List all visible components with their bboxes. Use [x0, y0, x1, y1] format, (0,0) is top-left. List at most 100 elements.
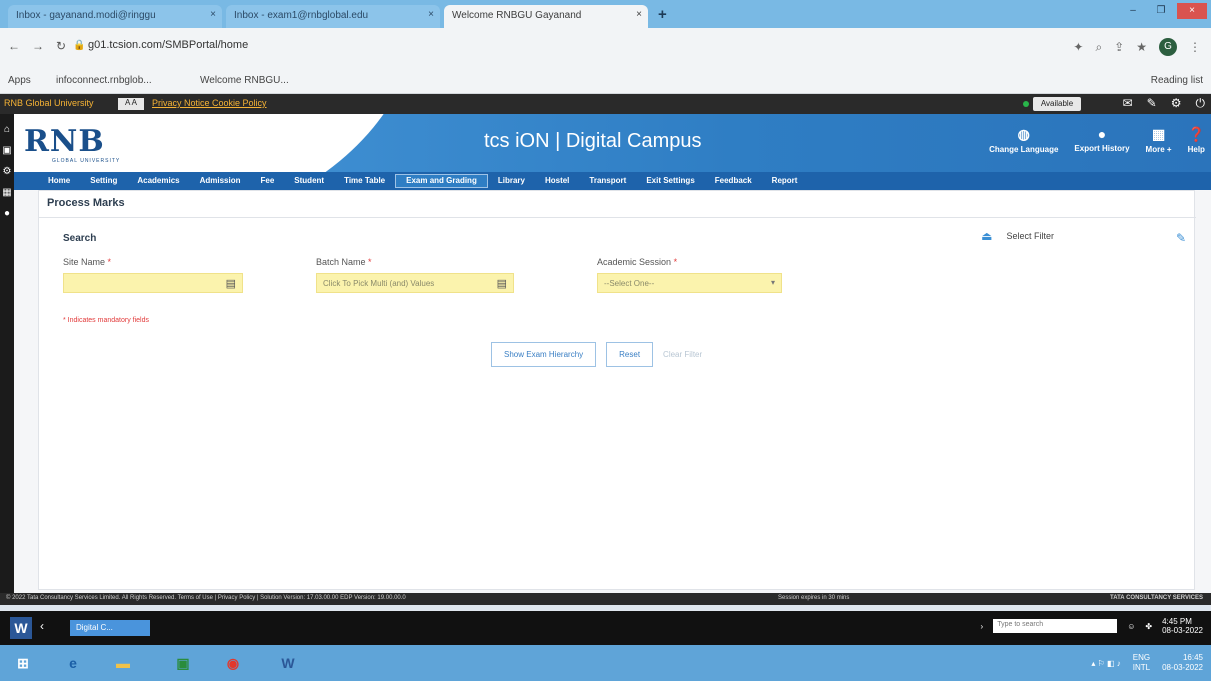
policy-links[interactable]: Privacy Notice Cookie Policy	[152, 98, 267, 108]
share-icon[interactable]: ⇪	[1114, 40, 1124, 54]
word-icon[interactable]: W	[10, 617, 32, 639]
close-tab-icon[interactable]: ×	[210, 9, 216, 20]
menu-feedback[interactable]: Feedback	[705, 172, 762, 190]
close-tab-icon[interactable]: ×	[636, 9, 642, 20]
title-divider	[39, 217, 1196, 218]
tools-icon[interactable]: ✎	[1147, 96, 1157, 111]
gear-icon[interactable]: ⚙	[0, 166, 14, 177]
tray-icons[interactable]: ▴ ⚐ ◧ ♪	[1091, 659, 1120, 668]
chevron-left-icon[interactable]: ‹	[40, 619, 44, 633]
windows-start-icon[interactable]: ⊞	[10, 650, 36, 676]
back-icon[interactable]: ←	[8, 39, 20, 53]
browser-tab-1[interactable]: Inbox - gayanand.modi@ringgu ×	[8, 5, 222, 28]
menu-kebab-icon[interactable]: ⋮	[1189, 40, 1201, 54]
menu-hostel[interactable]: Hostel	[535, 172, 579, 190]
message-icon[interactable]: ✉	[1123, 96, 1133, 111]
menu-library[interactable]: Library	[488, 172, 535, 190]
more-button[interactable]: ▦ More +	[1146, 126, 1172, 154]
menu-academics[interactable]: Academics	[127, 172, 189, 190]
select-value: --Select One--	[604, 279, 655, 288]
accessibility-icon[interactable]: A A	[118, 98, 144, 110]
chrome-icon[interactable]: ◉	[220, 650, 246, 676]
remote-tray: › Type to search ☺ ✤ 4:45 PM 08-03-2022	[981, 617, 1203, 635]
label-text: Site Name	[63, 257, 106, 267]
remote-time: 4:45 PM	[1162, 617, 1192, 626]
menu-exit-settings[interactable]: Exit Settings	[636, 172, 704, 190]
clear-filter-button[interactable]: Clear Filter	[663, 350, 702, 359]
taskbar-app-digital-campus[interactable]: Digital C...	[70, 620, 150, 636]
extension-icon[interactable]: ✦	[1073, 40, 1083, 54]
reset-button[interactable]: Reset	[606, 342, 654, 367]
select-filter-label: Select Filter	[1006, 231, 1054, 241]
zoom-icon[interactable]: ⌕	[1095, 40, 1102, 55]
minimize-button[interactable]: –	[1121, 3, 1145, 19]
menu-exam-and-grading[interactable]: Exam and Grading	[395, 174, 488, 188]
field-placeholder: Click To Pick Multi (and) Values	[323, 279, 435, 288]
lookup-icon[interactable]: ▤	[226, 277, 236, 290]
status-dot-icon	[1023, 101, 1029, 107]
browser-tab-2[interactable]: Inbox - exam1@rnbglobal.edu ×	[226, 5, 440, 28]
apps-icon[interactable]: ✤	[1145, 622, 1152, 631]
url-field[interactable]: g01.tcsion.com/SMBPortal/home	[88, 39, 248, 51]
word-taskbar-icon[interactable]: W	[275, 650, 301, 676]
menu-admission[interactable]: Admission	[190, 172, 251, 190]
profile-avatar[interactable]: G	[1159, 38, 1177, 56]
file-explorer-icon[interactable]: ▬	[110, 650, 136, 676]
remote-desktop-icon[interactable]: ▣	[170, 650, 196, 676]
new-tab-button[interactable]: +	[658, 6, 667, 23]
menu-transport[interactable]: Transport	[579, 172, 636, 190]
remote-date: 08-03-2022	[1162, 626, 1203, 635]
site-name-label: Site Name *	[63, 257, 111, 267]
top-actions: ◍ Change Language ● Export History ▦ Mor…	[989, 126, 1205, 154]
menu-fee[interactable]: Fee	[251, 172, 285, 190]
help-button[interactable]: ❓ Help	[1188, 126, 1205, 154]
status-dropdown[interactable]: Available	[1033, 97, 1081, 111]
user-icon[interactable]: ●	[0, 208, 14, 219]
input-language[interactable]: ENG INTL	[1133, 653, 1150, 673]
reload-icon[interactable]: ↻	[56, 39, 66, 53]
main-menu: Home Setting Academics Admission Fee Stu…	[14, 172, 1211, 190]
settings-icon[interactable]: ⚙	[1171, 96, 1182, 111]
edit-icon[interactable]: ✎	[1176, 231, 1186, 245]
show-exam-hierarchy-button[interactable]: Show Exam Hierarchy	[491, 342, 597, 367]
maximize-button[interactable]: ❐	[1149, 3, 1173, 19]
session-expiry-text: Session expires in 30 mins	[778, 595, 850, 601]
forward-icon[interactable]: →	[32, 39, 44, 53]
internet-explorer-icon[interactable]: e	[60, 650, 86, 676]
academic-session-select[interactable]: --Select One-- ▾	[597, 273, 782, 293]
menu-report[interactable]: Report	[762, 172, 808, 190]
menu-student[interactable]: Student	[284, 172, 334, 190]
tab-label: Inbox - gayanand.modi@ringgu	[16, 10, 156, 21]
close-window-button[interactable]: ×	[1177, 3, 1207, 19]
calendar-icon[interactable]: ▦	[0, 187, 14, 198]
site-name-field[interactable]: ▤	[63, 273, 243, 293]
chevron-right-icon[interactable]: ›	[981, 622, 984, 631]
people-icon[interactable]: ☺	[1127, 622, 1135, 631]
close-tab-icon[interactable]: ×	[428, 9, 434, 20]
change-language-button[interactable]: ◍ Change Language	[989, 126, 1058, 154]
page-title: Process Marks	[47, 197, 125, 209]
bookmark-welcome[interactable]: Welcome RNBGU...	[200, 75, 289, 86]
batch-name-field[interactable]: Click To Pick Multi (and) Values ▤	[316, 273, 514, 293]
tab-label: Inbox - exam1@rnbglobal.edu	[234, 10, 369, 21]
bookmark-star-icon[interactable]: ★	[1136, 40, 1147, 54]
clock-time: 16:45	[1182, 653, 1203, 662]
select-filter[interactable]: ⏏ Select Filter	[981, 229, 1054, 243]
dashboard-icon[interactable]: ▣	[0, 145, 14, 156]
university-logo-sub: GLOBAL UNIVERSITY	[52, 158, 121, 164]
taskbar-search-input[interactable]: Type to search	[993, 619, 1118, 633]
menu-setting[interactable]: Setting	[80, 172, 127, 190]
bookmark-apps[interactable]: Apps	[8, 75, 31, 86]
power-icon[interactable]: ⏻	[1196, 96, 1206, 111]
reading-list[interactable]: Reading list	[1151, 75, 1203, 86]
menu-home[interactable]: Home	[38, 172, 80, 190]
menu-time-table[interactable]: Time Table	[334, 172, 395, 190]
system-clock[interactable]: 16:45 08-03-2022	[1162, 653, 1203, 673]
export-history-button[interactable]: ● Export History	[1074, 126, 1129, 154]
lookup-icon[interactable]: ▤	[497, 277, 507, 290]
lang-text: ENG	[1132, 653, 1151, 662]
bookmark-infoconnect[interactable]: infoconnect.rnbglob...	[56, 75, 152, 86]
copyright-text: © 2022 Tata Consultancy Services Limited…	[6, 595, 406, 601]
home-icon[interactable]: ⌂	[0, 124, 14, 135]
browser-tab-3[interactable]: Welcome RNBGU Gayanand ×	[444, 5, 648, 28]
